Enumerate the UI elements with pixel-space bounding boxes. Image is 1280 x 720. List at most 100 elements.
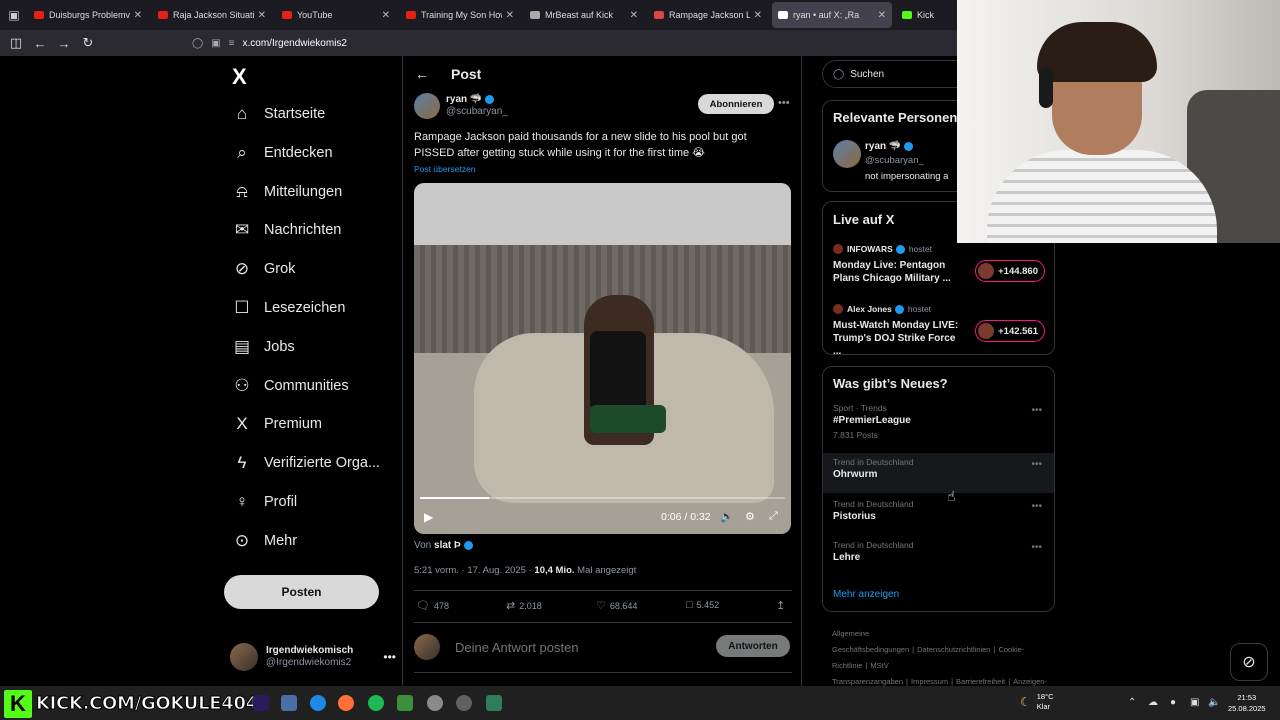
more-dots-icon[interactable]: ••• bbox=[778, 97, 790, 109]
browser-tab[interactable]: Raja Jackson Situation ✕ bbox=[152, 2, 272, 28]
live-title[interactable]: Must-Watch Monday LIVE: Trump's DOJ Stri… bbox=[833, 319, 963, 358]
author-handle[interactable]: @scubaryan_ bbox=[446, 106, 508, 118]
live-item[interactable]: INFOWARS hostet Monday Live: Pentagon Plan… bbox=[833, 244, 1048, 285]
reply-input[interactable]: Deine Antwort posten bbox=[455, 640, 579, 655]
more-dots-icon[interactable]: ••• bbox=[383, 650, 396, 664]
more-dots-icon[interactable]: ••• bbox=[1031, 501, 1042, 512]
post-author[interactable]: ryan 🦈 @scubaryan_ bbox=[414, 93, 508, 119]
grok-floating-button[interactable]: ⊘ bbox=[1230, 643, 1268, 681]
person-handle[interactable]: @scubaryan_ bbox=[865, 155, 924, 166]
browser-tab[interactable]: YouTube ✕ bbox=[276, 2, 396, 28]
back-arrow-icon[interactable]: ← bbox=[415, 66, 429, 82]
url-text[interactable]: x.com/Irgendwiekomis2 bbox=[243, 38, 347, 49]
edge-icon[interactable] bbox=[310, 695, 326, 711]
network-icon[interactable]: ▣ bbox=[1190, 697, 1199, 708]
footer-link[interactable]: Barrierefreiheit bbox=[956, 677, 1005, 686]
volume-icon[interactable]: 🔈 bbox=[720, 510, 734, 523]
close-icon[interactable]: ✕ bbox=[754, 10, 762, 21]
address-bar[interactable]: ◯ ▣ ≡ x.com/Irgendwiekomis2 bbox=[192, 38, 347, 49]
browser-tab[interactable]: Duisburgs Problemviert ✕ bbox=[28, 2, 148, 28]
system-clock[interactable]: 21:53 25.08.2025 bbox=[1228, 692, 1266, 714]
browser-tab[interactable]: MrBeast auf Kick ✕ bbox=[524, 2, 644, 28]
sidebar-toggle-icon[interactable]: ◫ bbox=[4, 35, 28, 51]
account-switcher[interactable]: Irgendwiekomisch @Irgendwiekomis2 ••• bbox=[230, 642, 396, 672]
volume-icon[interactable]: 🔈 bbox=[1208, 697, 1220, 708]
microphone-icon[interactable]: ● bbox=[1170, 697, 1176, 708]
reply-submit-button[interactable]: Antworten bbox=[716, 635, 790, 657]
live-title[interactable]: Monday Live: Pentagon Plans Chicago Mili… bbox=[833, 259, 963, 285]
x-logo-icon[interactable]: X bbox=[232, 64, 247, 90]
post-button[interactable]: Posten bbox=[224, 575, 379, 609]
browser-tab[interactable]: Training My Son How T ✕ bbox=[400, 2, 520, 28]
close-icon[interactable]: ✕ bbox=[258, 10, 266, 21]
host-name[interactable]: INFOWARS bbox=[847, 244, 893, 254]
notes-icon[interactable] bbox=[397, 695, 413, 711]
close-icon[interactable]: ✕ bbox=[630, 10, 638, 21]
lock-icon[interactable]: ▣ bbox=[211, 38, 220, 49]
permissions-icon[interactable]: ≡ bbox=[229, 38, 235, 49]
fullscreen-icon[interactable]: ⤢ bbox=[769, 510, 778, 523]
video-progress-bar[interactable] bbox=[420, 497, 785, 499]
shield-icon[interactable]: ◯ bbox=[192, 38, 203, 49]
nav-item[interactable]: ⍾ Mitteilungen bbox=[232, 177, 342, 207]
footer-link[interactable]: Datenschutzrichtlinien bbox=[917, 645, 990, 654]
back-icon[interactable]: ← bbox=[28, 36, 52, 51]
footer-link[interactable]: Allgemeine Geschäftsbedingungen bbox=[832, 629, 909, 654]
obs-icon[interactable] bbox=[456, 695, 472, 711]
app-icon[interactable] bbox=[486, 695, 502, 711]
cloud-icon[interactable]: ☁ bbox=[1148, 697, 1158, 708]
video-player[interactable]: ▶ 0:06 / 0:32 🔈 ⚙ ⤢ bbox=[414, 183, 791, 534]
follow-button[interactable]: Abonnieren bbox=[698, 94, 774, 114]
share-icon[interactable]: ↥ bbox=[776, 599, 789, 612]
like-button[interactable]: ♡ 68.644 bbox=[596, 599, 637, 612]
live-item[interactable]: Alex Jones hostet Must-Watch Monday LIVE: … bbox=[833, 304, 1048, 358]
more-dots-icon[interactable]: ••• bbox=[1031, 405, 1042, 416]
nav-item[interactable]: ✉ Nachrichten bbox=[232, 215, 342, 245]
browser-tab[interactable]: Rampage Jackson Live ✕ bbox=[648, 2, 768, 28]
translate-link[interactable]: Post übersetzen bbox=[414, 164, 475, 174]
more-dots-icon[interactable]: ••• bbox=[1031, 542, 1042, 553]
person-name[interactable]: ryan 🦈 bbox=[865, 141, 901, 152]
tab-list-icon[interactable]: ▣ bbox=[0, 0, 28, 30]
nav-item[interactable]: ♀ Profil bbox=[232, 487, 297, 517]
show-more-link[interactable]: Mehr anzeigen bbox=[833, 589, 899, 600]
close-icon[interactable]: ✕ bbox=[382, 10, 390, 21]
chevron-up-icon[interactable]: ⌃ bbox=[1128, 697, 1136, 708]
settings-gear-icon[interactable] bbox=[427, 695, 443, 711]
close-icon[interactable]: ✕ bbox=[506, 10, 514, 21]
nav-item[interactable]: ⌕ Entdecken bbox=[232, 138, 332, 168]
avatar[interactable] bbox=[414, 93, 440, 119]
forward-icon[interactable]: → bbox=[52, 36, 76, 51]
repost-button[interactable]: ⇄ 2.018 bbox=[506, 599, 542, 612]
nav-item[interactable]: ϟ Verifizierte Orga... bbox=[232, 448, 381, 478]
live-listeners-pill[interactable]: +142.561 bbox=[975, 320, 1045, 342]
live-listeners-pill[interactable]: +144.860 bbox=[975, 260, 1045, 282]
nav-item[interactable]: ⚇ Communities bbox=[232, 371, 348, 401]
reply-button[interactable]: 🗨 478 bbox=[416, 599, 449, 612]
spotify-icon[interactable] bbox=[368, 695, 384, 711]
close-icon[interactable]: ✕ bbox=[134, 10, 142, 21]
firefox-icon[interactable] bbox=[338, 695, 354, 711]
post-timestamp[interactable]: 5:21 vorm. · 17. Aug. 2025 · bbox=[414, 565, 532, 576]
nav-item[interactable]: X Premium bbox=[232, 409, 322, 439]
trend-item[interactable]: Trend in Deutschland Pistorius ••• bbox=[823, 495, 1054, 535]
trend-item[interactable]: Trend in Deutschland Lehre ••• bbox=[823, 536, 1054, 576]
trend-item[interactable]: Sport · Trends #PremierLeague 7.831 Posts •… bbox=[823, 399, 1054, 445]
more-dots-icon[interactable]: ••• bbox=[1031, 459, 1042, 470]
avatar[interactable] bbox=[833, 140, 861, 168]
settings-gear-icon[interactable]: ⚙ bbox=[745, 510, 755, 523]
nav-item[interactable]: ⌂ Startseite bbox=[232, 99, 325, 129]
file-explorer-icon[interactable] bbox=[281, 695, 297, 711]
weather-widget[interactable]: ☾ 18°C Klar bbox=[1020, 692, 1054, 712]
nav-item[interactable]: ▤ Jobs bbox=[232, 332, 295, 362]
host-name[interactable]: Alex Jones bbox=[847, 304, 892, 314]
premiere-icon[interactable] bbox=[253, 695, 269, 711]
source-name[interactable]: slat Þ bbox=[434, 540, 461, 551]
trend-item[interactable]: Trend in Deutschland Ohrwurm ••• bbox=[823, 453, 1054, 493]
browser-tab[interactable]: ryan • auf X: „Ra ✕ bbox=[772, 2, 892, 28]
nav-item[interactable]: ⊙ Mehr bbox=[232, 526, 297, 556]
reload-icon[interactable]: ↻ bbox=[76, 35, 100, 51]
nav-item[interactable]: ⊘ Grok bbox=[232, 254, 296, 284]
author-name[interactable]: ryan 🦈 bbox=[446, 94, 482, 105]
footer-link[interactable]: Impressum bbox=[911, 677, 948, 686]
